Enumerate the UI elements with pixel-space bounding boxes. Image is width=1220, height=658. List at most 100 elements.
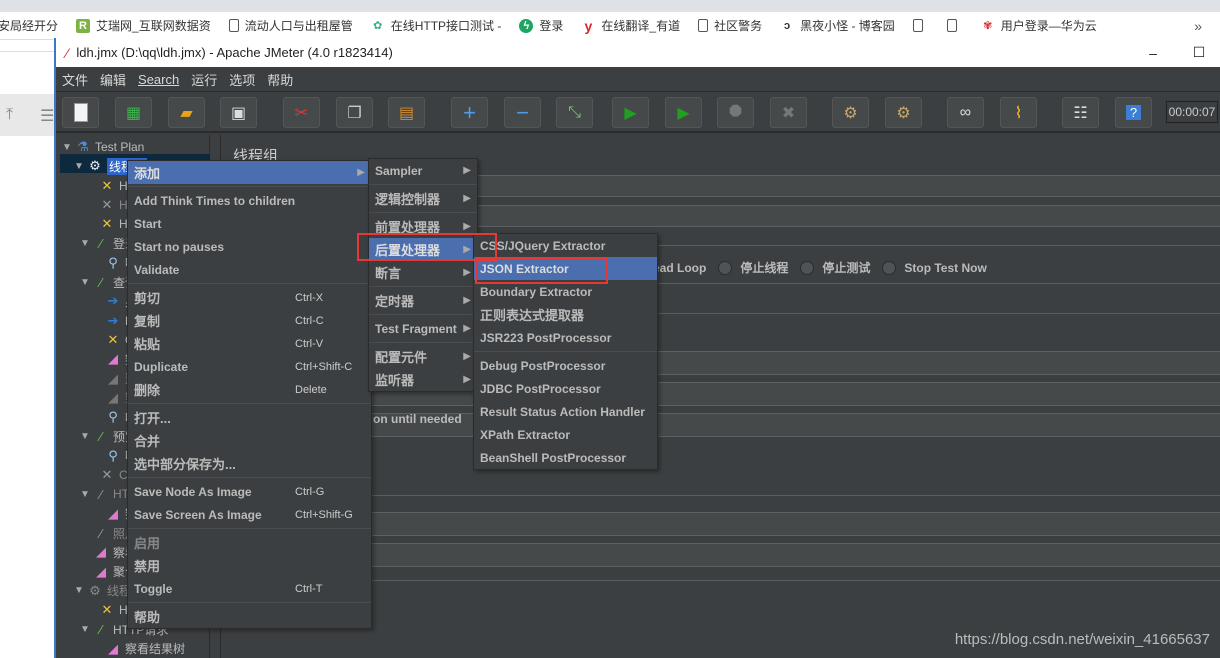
add-submenu-item[interactable]: 前置处理器 ▶ [369, 215, 477, 238]
cut-button[interactable]: ✂ [283, 97, 320, 128]
postprocessor-item[interactable]: JSON Extractor [474, 257, 657, 280]
tree-node[interactable]: ◢ 察看结果树 [92, 639, 185, 658]
bookmark[interactable]: 流动人口与出租屋管 [228, 17, 353, 34]
shutdown-button[interactable]: ✖ [770, 97, 807, 128]
context-menu-item[interactable]: 合并 [128, 429, 371, 452]
radio-label-stop-thread[interactable]: 停止线程 [740, 259, 788, 276]
expand-toggle-icon[interactable]: ▼ [80, 624, 92, 635]
add-submenu-item[interactable]: 定时器 ▶ [369, 289, 477, 312]
bookmark[interactable] [912, 19, 929, 32]
maximize-button[interactable]: ☐ [1176, 38, 1220, 67]
context-menu-item[interactable]: Add Think Times to children [128, 189, 371, 212]
paste-button[interactable]: ▤ [388, 97, 425, 128]
menu-help[interactable]: 帮助 [261, 70, 299, 89]
expand-toggle-icon[interactable]: ▼ [80, 277, 92, 288]
bookmarks-more-button[interactable]: » [1194, 18, 1202, 34]
templates-button[interactable]: ▦ [115, 97, 152, 128]
radio-label-start-next-loop[interactable]: ead Loop [653, 261, 706, 275]
tree-node[interactable]: ▼ ⁄ HT [80, 484, 129, 504]
add-submenu-item[interactable]: Test Fragment ▶ [369, 317, 477, 340]
expand-toggle-icon[interactable]: ▼ [80, 238, 92, 249]
postprocessor-item[interactable]: JDBC PostProcessor [474, 377, 657, 400]
bookmark[interactable]: ✿ 在线HTTP接口测试 - [371, 17, 501, 34]
add-submenu-item[interactable]: 后置处理器 ▶ [369, 238, 477, 261]
start-no-pauses-button[interactable]: ▶ [665, 97, 702, 128]
context-menu-item[interactable]: Start [128, 212, 371, 235]
collapse-all-button[interactable]: − [504, 97, 541, 128]
context-menu-item[interactable]: 选中部分保存为... [128, 452, 371, 475]
context-menu-item[interactable]: 帮助 [128, 605, 371, 628]
tree-node[interactable]: ▼ ⚗ Test Plan [62, 137, 144, 157]
radio-label-stop-test[interactable]: 停止测试 [822, 259, 870, 276]
postprocessor-item[interactable]: Debug PostProcessor [474, 354, 657, 377]
minimize-button[interactable]: – [1130, 38, 1176, 67]
stop-button[interactable]: ⯃ [717, 97, 754, 128]
toggle-button[interactable]: ⤡ [556, 97, 593, 128]
radio-stop-thread[interactable] [718, 260, 733, 275]
postprocessor-item[interactable]: 正则表达式提取器 [474, 303, 657, 326]
context-menu-item[interactable]: 启用 [128, 531, 371, 554]
function-helper-button[interactable]: ☷ [1062, 97, 1099, 128]
search-button[interactable]: ∞ [947, 97, 984, 128]
postprocessor-item[interactable]: BeanShell PostProcessor [474, 446, 657, 469]
context-menu-item[interactable]: 禁用 [128, 554, 371, 577]
context-menu-item[interactable]: Duplicate Ctrl+Shift-C [128, 355, 371, 378]
context-menu-item[interactable]: 删除 Delete [128, 378, 371, 401]
context-menu-item[interactable]: Validate [128, 258, 371, 281]
menu-file[interactable]: 文件 [56, 70, 94, 89]
context-menu-item[interactable]: Save Node As Image Ctrl-G [128, 480, 371, 503]
reset-search-button[interactable]: ⌇ [1000, 97, 1037, 128]
postprocessor-item[interactable]: Result Status Action Handler [474, 400, 657, 423]
expand-toggle-icon[interactable]: ▼ [62, 142, 74, 153]
postprocessor-item[interactable]: XPath Extractor [474, 423, 657, 446]
expand-toggle-icon[interactable]: ▼ [74, 161, 86, 172]
radio-stop-test[interactable] [800, 260, 815, 275]
context-menu-item[interactable]: 打开... [128, 406, 371, 429]
bookmark[interactable]: ϟ 登录 [519, 17, 563, 34]
clear-button[interactable]: ⚙ [832, 97, 869, 128]
add-submenu-item[interactable]: Sampler ▶ [369, 159, 477, 182]
postprocessor-item[interactable]: JSR223 PostProcessor [474, 326, 657, 349]
radio-label-stop-test-now[interactable]: Stop Test Now [904, 261, 986, 275]
postprocessor-item[interactable]: CSS/JQuery Extractor [474, 234, 657, 257]
radio-stop-test-now[interactable] [882, 260, 897, 275]
clear-all-button[interactable]: ⚙ [885, 97, 922, 128]
bookmark[interactable]: 社区警务 [698, 17, 762, 34]
context-menu-item[interactable]: 粘贴 Ctrl-V [128, 332, 371, 355]
context-menu-item[interactable]: 复制 Ctrl-C [128, 309, 371, 332]
menu-run[interactable]: 运行 [185, 70, 223, 89]
upload-icon[interactable]: ⤒ [6, 106, 13, 124]
context-menu-item[interactable]: Start no pauses [128, 235, 371, 258]
new-button[interactable] [62, 97, 99, 128]
add-submenu-item[interactable]: 断言 ▶ [369, 261, 477, 284]
help-button[interactable]: ? [1115, 97, 1152, 128]
expand-toggle-icon[interactable]: ▼ [80, 431, 92, 442]
start-button[interactable]: ▶ [612, 97, 649, 128]
bookmark[interactable]: ✾ 用户登录—华为云 [981, 17, 1097, 34]
list-icon[interactable]: ☰ [40, 106, 54, 126]
bookmark[interactable]: 安局经开分 [0, 17, 58, 34]
expand-toggle-icon[interactable]: ▼ [74, 585, 86, 596]
context-menu-item[interactable]: 剪切 Ctrl-X [128, 286, 371, 309]
expand-all-button[interactable]: + [451, 97, 488, 128]
copy-button[interactable]: ❐ [336, 97, 373, 128]
context-menu-item[interactable]: Toggle Ctrl-T [128, 577, 371, 600]
context-menu-item[interactable]: Save Screen As Image Ctrl+Shift-G [128, 503, 371, 526]
context-menu-item[interactable]: 添加 ▶ [128, 161, 371, 184]
add-submenu-item[interactable]: 监听器 ▶ [369, 368, 477, 391]
postprocessor-item[interactable]: Boundary Extractor [474, 280, 657, 303]
submenu-arrow-icon: ▶ [463, 193, 471, 204]
expand-toggle-icon[interactable]: ▼ [80, 489, 92, 500]
menu-options[interactable]: 选项 [223, 70, 261, 89]
menu-edit[interactable]: 编辑 [94, 70, 132, 89]
open-button[interactable]: ▰ [168, 97, 205, 128]
save-button[interactable]: ▣ [220, 97, 257, 128]
delay-thread-creation-label[interactable]: on until needed [373, 412, 462, 426]
bookmark[interactable] [946, 19, 963, 32]
bookmark[interactable]: y 在线翻译_有道 [581, 17, 681, 34]
menu-search[interactable]: Search [132, 72, 185, 87]
add-submenu-item[interactable]: 逻辑控制器 ▶ [369, 187, 477, 210]
add-submenu-item[interactable]: 配置元件 ▶ [369, 345, 477, 368]
bookmark[interactable]: R 艾瑞网_互联网数据资 [76, 17, 211, 34]
bookmark[interactable]: ↄ 黑夜小怪 - 博客园 [780, 17, 895, 34]
